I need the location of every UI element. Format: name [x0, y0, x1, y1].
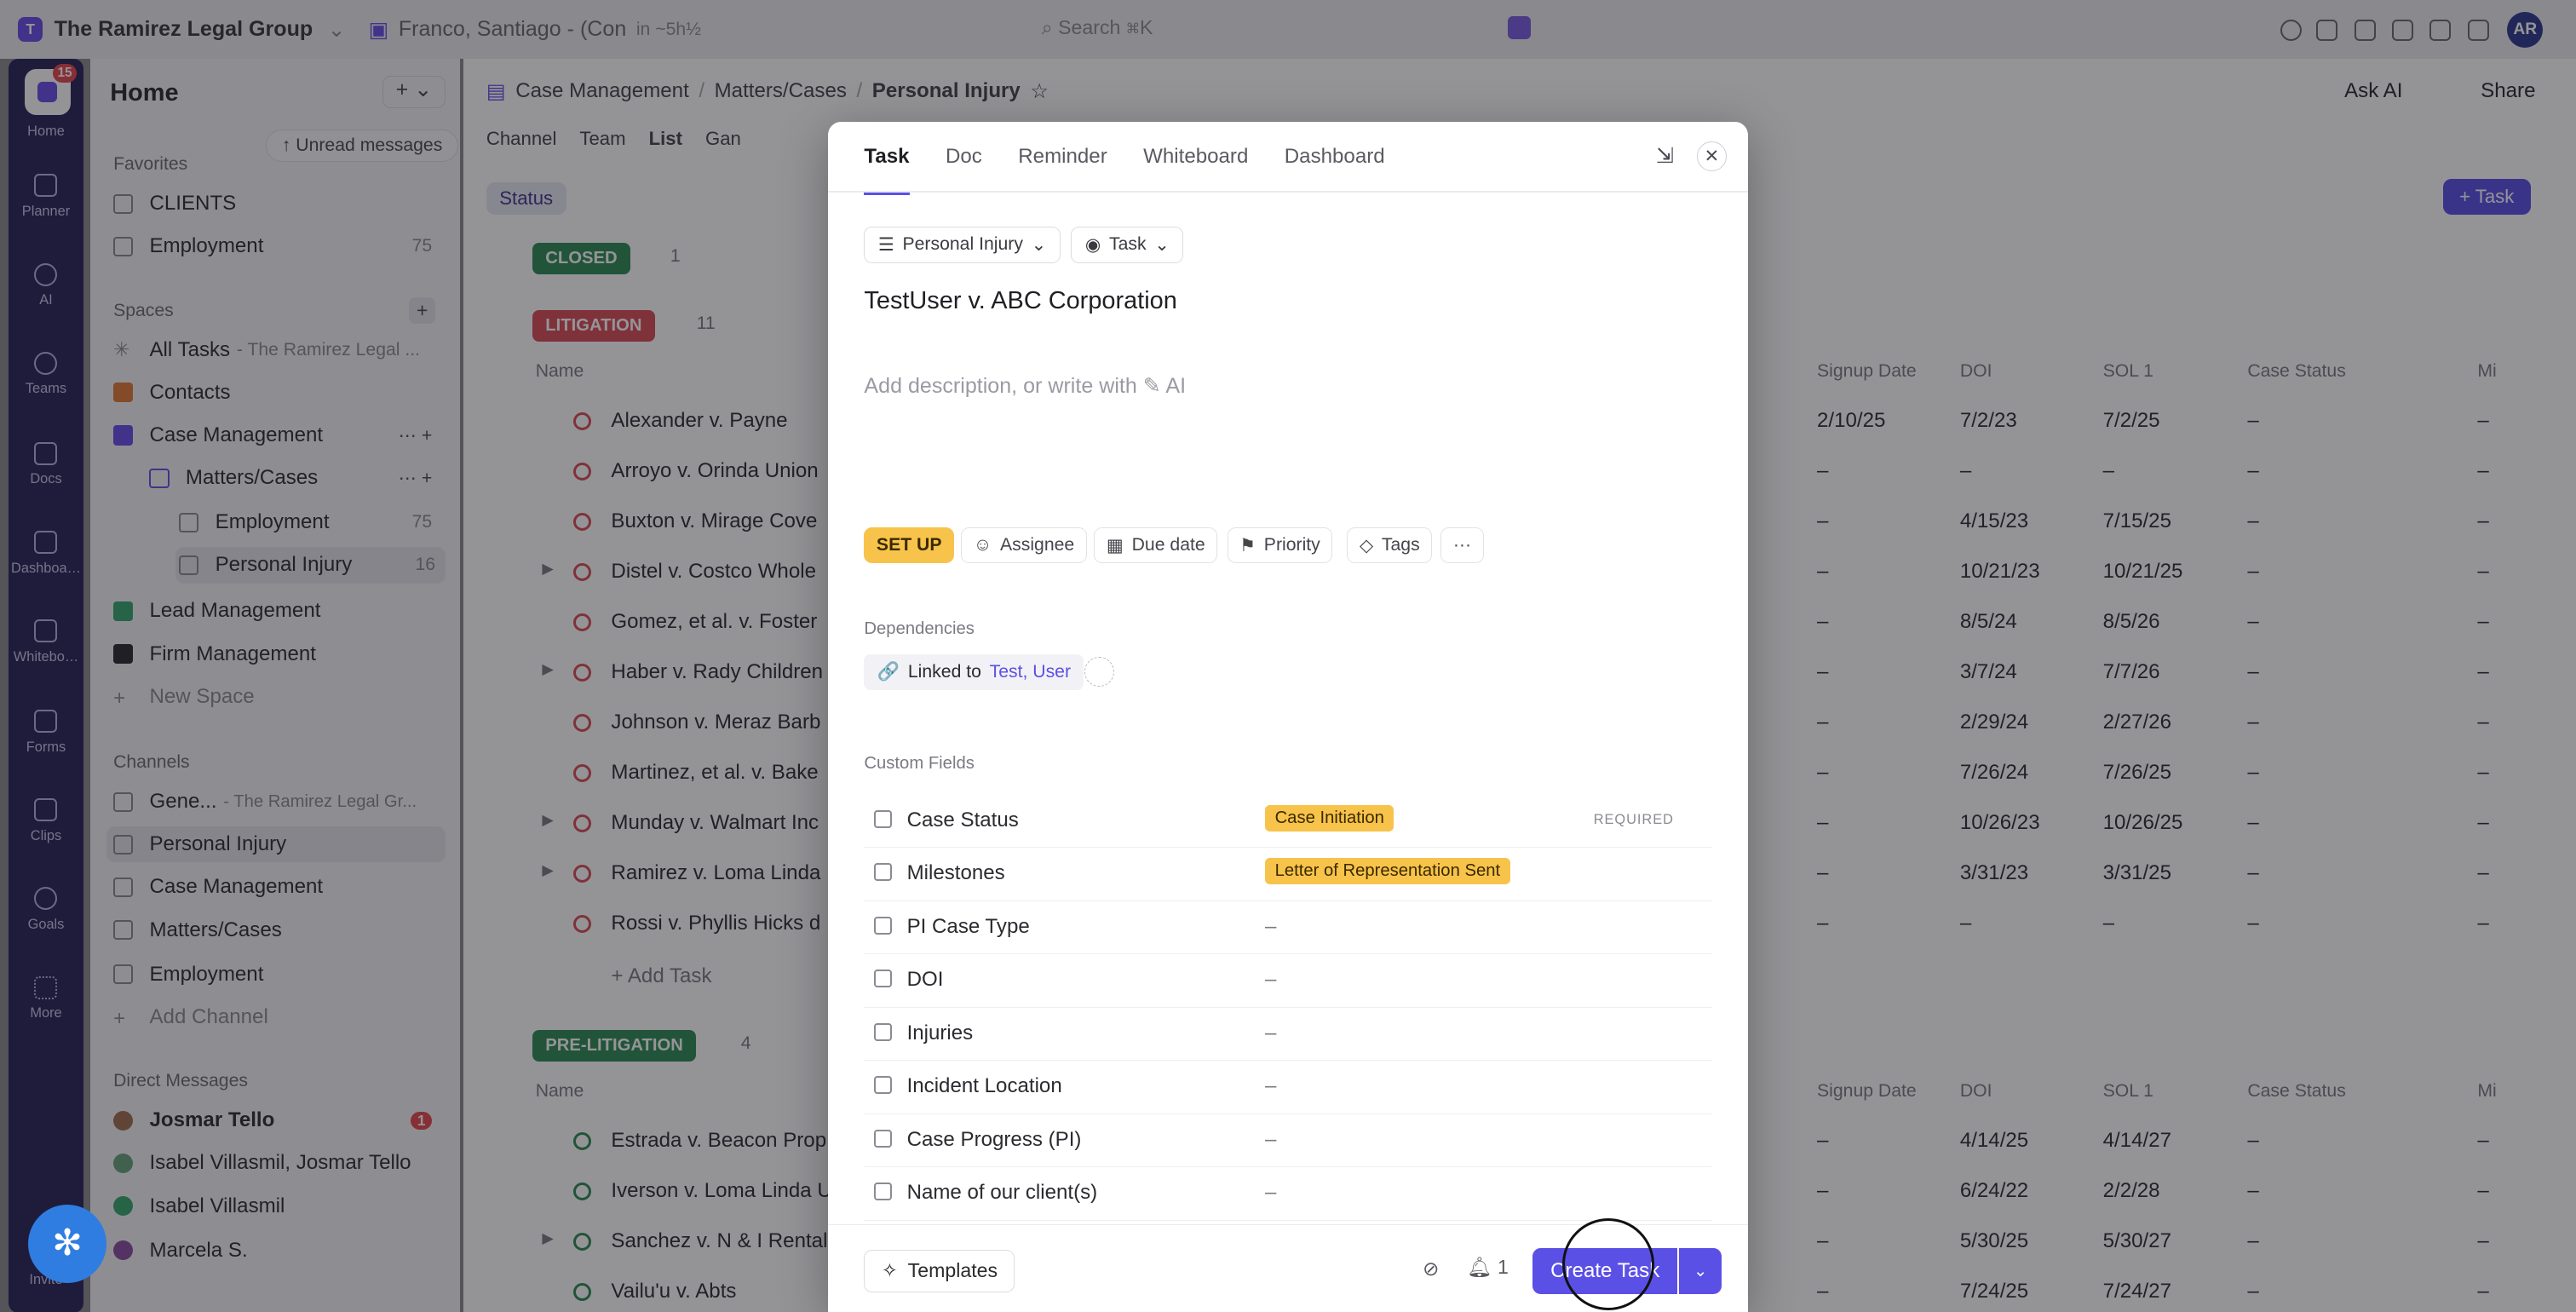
tab-doc[interactable]: Doc [946, 145, 982, 169]
dependencies-heading: Dependencies [864, 619, 975, 639]
custom-field-row[interactable]: PI Case Type – [864, 901, 1712, 955]
templates-button[interactable]: ✧ Templates [864, 1249, 1015, 1292]
description-input[interactable]: Add description, or write with ✎ AI [864, 373, 1186, 399]
field-type-icon [873, 970, 893, 988]
due-date-button[interactable]: ▦ Due date [1094, 527, 1218, 564]
divider [828, 190, 1749, 193]
ai-sparkle-icon[interactable]: ✎ [1143, 374, 1161, 398]
field-type-icon [873, 916, 893, 935]
field-label: Case Status [906, 808, 1019, 832]
wand-icon: ✧ [881, 1259, 899, 1282]
field-value[interactable]: – [1265, 968, 1276, 992]
field-label: PI Case Type [906, 914, 1030, 938]
custom-field-row[interactable]: Injuries – [864, 1008, 1712, 1062]
custom-field-row[interactable]: Case Status Case Initiation REQUIRED [864, 795, 1712, 849]
tags-label: Tags [1381, 535, 1420, 555]
field-type-icon [873, 1129, 893, 1148]
flag-icon: ⚑ [1239, 535, 1256, 555]
ai-label[interactable]: AI [1165, 374, 1186, 398]
list-selector[interactable]: ☰ Personal Injury ⌄ [864, 227, 1061, 263]
add-dependency-icon[interactable] [1084, 657, 1114, 688]
priority-button[interactable]: ⚑ Priority [1227, 527, 1333, 564]
field-value[interactable]: – [1265, 1128, 1276, 1152]
field-type-icon [873, 1076, 893, 1095]
tag-icon: ◇ [1359, 535, 1374, 555]
due-date-label: Due date [1131, 535, 1205, 555]
modal-footer: ✧ Templates ⊘ 🔔︎ 1 Create Task ⌄ [828, 1218, 1749, 1312]
status-setup[interactable]: SET UP [864, 527, 955, 564]
custom-field-row[interactable]: Name of our client(s) – [864, 1168, 1712, 1221]
custom-field-row[interactable]: Incident Location – [864, 1062, 1712, 1114]
field-value[interactable]: – [1265, 915, 1276, 939]
type-selector[interactable]: ◉ Task ⌄ [1071, 227, 1184, 263]
list-chip-label: Personal Injury [902, 234, 1023, 255]
field-type-icon [873, 809, 893, 828]
field-label: Name of our client(s) [906, 1181, 1098, 1205]
field-label: DOI [906, 968, 944, 992]
chevron-down-icon: ⌄ [1154, 234, 1170, 255]
field-value[interactable]: – [1265, 1181, 1276, 1205]
cursor-highlight [1562, 1218, 1655, 1311]
link-icon: 🔗 [877, 662, 900, 682]
field-value-tag[interactable]: Case Initiation [1265, 804, 1394, 832]
field-label: Case Progress (PI) [906, 1127, 1082, 1151]
more-options-button[interactable]: ··· [1440, 527, 1484, 564]
bell-icon: 🔔︎ [1467, 1256, 1492, 1279]
linked-user[interactable]: Test, User [990, 662, 1071, 682]
task-type-icon: ◉ [1084, 234, 1101, 255]
required-label: REQUIRED [1593, 811, 1674, 827]
minimize-icon[interactable]: ⇲ [1656, 143, 1674, 169]
description-placeholder: Add description, or write with [864, 373, 1137, 398]
templates-label: Templates [907, 1259, 998, 1282]
custom-field-row[interactable]: Case Progress (PI) – [864, 1114, 1712, 1168]
custom-field-row[interactable]: Milestones Letter of Representation Sent [864, 849, 1712, 901]
field-type-icon [873, 1022, 893, 1041]
notify-button[interactable]: 🔔︎ 1 [1467, 1256, 1509, 1279]
field-value[interactable]: – [1265, 1074, 1276, 1098]
tab-task[interactable]: Task [864, 145, 910, 194]
modal-tabs: Task Doc Reminder Whiteboard Dashboard [864, 145, 1385, 194]
field-type-icon [873, 863, 893, 882]
type-chip-label: Task [1109, 234, 1147, 255]
custom-field-row[interactable]: DOI – [864, 955, 1712, 1008]
tab-dashboard[interactable]: Dashboard [1285, 145, 1385, 169]
notify-count: 1 [1498, 1256, 1509, 1279]
close-icon[interactable]: ✕ [1697, 141, 1727, 171]
ai-assistant-button[interactable]: ✻ [27, 1204, 107, 1284]
attachment-icon[interactable]: ⊘ [1423, 1257, 1439, 1280]
tags-button[interactable]: ◇ Tags [1347, 527, 1433, 564]
field-type-icon [873, 1183, 893, 1201]
assignee-button[interactable]: ☺ Assignee [961, 527, 1087, 564]
linked-task[interactable]: 🔗 Linked to Test, User [864, 653, 1084, 690]
field-value[interactable]: – [1265, 1021, 1276, 1045]
field-label: Milestones [906, 861, 1005, 885]
linked-to-label: Linked to [907, 661, 981, 682]
list-icon: ☰ [877, 234, 894, 255]
priority-label: Priority [1263, 535, 1320, 555]
chevron-down-icon: ⌄ [1031, 234, 1047, 255]
tab-reminder[interactable]: Reminder [1018, 145, 1107, 169]
create-task-modal: Task Doc Reminder Whiteboard Dashboard ⇲… [828, 121, 1749, 1312]
field-label: Incident Location [906, 1074, 1062, 1098]
user-icon: ☺ [973, 535, 992, 555]
create-options-chevron-icon[interactable]: ⌄ [1679, 1247, 1722, 1294]
field-label: Injuries [906, 1021, 974, 1044]
calendar-icon: ▦ [1106, 535, 1124, 555]
assignee-label: Assignee [1000, 535, 1075, 555]
field-value-tag[interactable]: Letter of Representation Sent [1265, 858, 1510, 885]
custom-fields-heading: Custom Fields [864, 754, 975, 774]
tab-whiteboard[interactable]: Whiteboard [1143, 145, 1248, 169]
task-name-input[interactable]: TestUser v. ABC Corporation [864, 287, 1176, 315]
